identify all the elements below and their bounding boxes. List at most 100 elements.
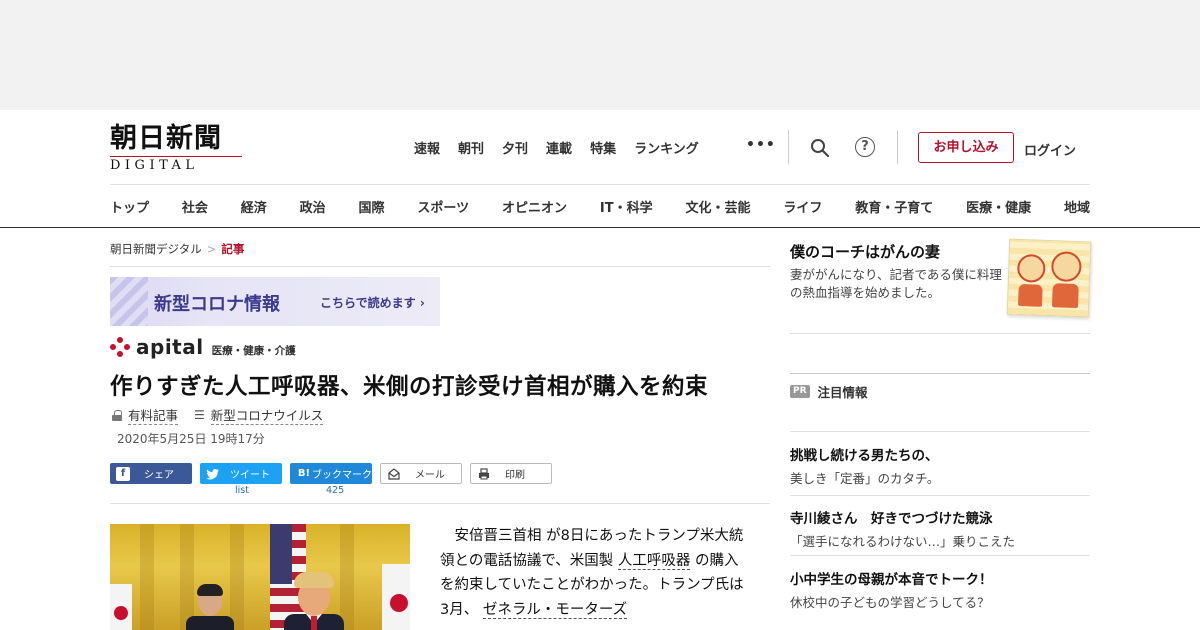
facebook-share-label: シェア bbox=[144, 470, 174, 481]
print-icon bbox=[479, 467, 489, 479]
category-top[interactable]: トップ bbox=[110, 197, 149, 216]
breadcrumb: 朝日新聞デジタル > 記事 bbox=[110, 241, 244, 257]
divider bbox=[790, 555, 1090, 556]
twitter-icon bbox=[206, 468, 219, 479]
mail-share-button[interactable]: メール bbox=[380, 463, 462, 484]
breadcrumb-chevron-icon: > bbox=[206, 242, 217, 256]
category-politics[interactable]: 政治 bbox=[300, 197, 326, 216]
hatena-icon: B! bbox=[297, 467, 311, 479]
top-ad-area bbox=[0, 0, 1200, 110]
breadcrumb-current: 記事 bbox=[221, 242, 245, 256]
category-it-science[interactable]: IT・科学 bbox=[600, 197, 653, 216]
hatena-count[interactable]: 425 bbox=[326, 485, 344, 496]
category-life[interactable]: ライフ bbox=[783, 197, 822, 216]
article-date: 2020年5月25日 19時17分 bbox=[117, 432, 265, 446]
divider bbox=[790, 333, 1090, 334]
photo-person bbox=[186, 584, 234, 630]
twitter-share-label: ツイート bbox=[230, 470, 270, 481]
facebook-share-button[interactable]: f シェア bbox=[110, 463, 192, 484]
japan-flag bbox=[110, 584, 132, 630]
photo-person bbox=[284, 572, 344, 630]
logo-sub-text: DIGITAL bbox=[110, 156, 242, 173]
category-society[interactable]: 社会 bbox=[182, 197, 208, 216]
pr-item[interactable]: 挑戦し続ける男たちの、 美しき「定番」のカタチ。 bbox=[790, 444, 1090, 487]
category-economy[interactable]: 経済 bbox=[241, 197, 267, 216]
topnav-item-evening[interactable]: 夕刊 bbox=[502, 138, 528, 157]
category-opinion[interactable]: オピニオン bbox=[502, 197, 567, 216]
lock-icon bbox=[112, 409, 122, 421]
promo-description[interactable]: 妻ががんになり、記者である僕に料理の熱血指導を始めました。 bbox=[790, 266, 1005, 302]
twitter-share-button[interactable]: ツイート bbox=[200, 463, 282, 484]
nav-divider bbox=[788, 130, 789, 164]
category-nav: トップ 社会 経済 政治 国際 スポーツ オピニオン IT・科学 文化・芸能 ラ… bbox=[110, 197, 1090, 216]
mail-icon bbox=[388, 467, 400, 480]
site-logo[interactable]: 朝日新聞 DIGITAL bbox=[110, 124, 242, 173]
category-education[interactable]: 教育・子育て bbox=[855, 197, 933, 216]
sidebar: 僕のコーチはがんの妻 妻ががんになり、記者である僕に料理の熱血指導を始めました。… bbox=[790, 228, 1092, 630]
topic-link[interactable]: 新型コロナウイルス bbox=[210, 405, 324, 425]
apply-button[interactable]: お申し込み bbox=[918, 132, 1014, 163]
covid-info-banner[interactable]: 新型コロナ情報 こちらで読めます › bbox=[110, 277, 440, 326]
header-divider bbox=[110, 184, 1090, 185]
divider bbox=[790, 373, 1090, 374]
divider bbox=[790, 431, 1090, 432]
topnav-item-series[interactable]: 連載 bbox=[546, 138, 572, 157]
site-header: 朝日新聞 DIGITAL 速報 朝刊 夕刊 連載 特集 ランキング ••• ? … bbox=[0, 110, 1200, 228]
category-sports[interactable]: スポーツ bbox=[417, 197, 469, 216]
covid-banner-link: こちらで読めます › bbox=[320, 296, 425, 310]
article-paragraph: 安倍晋三首相 が8日にあったトランプ米大統領との電話協議で、米国製 人工呼吸器 … bbox=[440, 524, 750, 622]
divider bbox=[790, 495, 1090, 496]
pr-item-subtitle: 「選手になれるわけない…」乗りこえた bbox=[790, 534, 1016, 549]
nav-divider bbox=[897, 130, 898, 164]
divider bbox=[110, 503, 770, 504]
share-bar: f シェア ツイート B! ブックマーク メール 印刷 bbox=[110, 463, 560, 484]
breadcrumb-home[interactable]: 朝日新聞デジタル bbox=[110, 242, 202, 256]
category-international[interactable]: 国際 bbox=[359, 197, 385, 216]
category-local[interactable]: 地域 bbox=[1064, 197, 1090, 216]
japan-flag bbox=[382, 564, 410, 630]
login-link[interactable]: ログイン bbox=[1024, 140, 1076, 159]
keyword-link[interactable]: ゼネラル・モーターズ bbox=[482, 601, 628, 619]
topnav-item-features[interactable]: 特集 bbox=[590, 138, 616, 157]
person-link[interactable]: 安倍晋三首相 bbox=[455, 528, 542, 544]
print-label: 印刷 bbox=[505, 470, 525, 481]
article-meta: 有料記事 ☰ 新型コロナウイルス bbox=[112, 405, 324, 425]
pr-section-label: 注目情報 bbox=[817, 385, 868, 400]
category-health[interactable]: 医療・健康 bbox=[966, 197, 1031, 216]
mail-share-label: メール bbox=[415, 470, 445, 481]
pr-section-header: PR 注目情報 bbox=[790, 382, 868, 401]
apital-logo: apital bbox=[136, 335, 204, 359]
article-main: 朝日新聞デジタル > 記事 新型コロナ情報 こちらで読めます › apital 医療… bbox=[110, 228, 770, 630]
search-icon[interactable] bbox=[810, 138, 830, 158]
help-icon[interactable]: ? bbox=[855, 137, 875, 157]
more-menu-icon[interactable]: ••• bbox=[746, 137, 776, 153]
article-headline: 作りすぎた人工呼吸器、米側の打診受け首相が購入を約束 bbox=[110, 374, 709, 400]
topnav-item-morning[interactable]: 朝刊 bbox=[458, 138, 484, 157]
list-icon: ☰ bbox=[194, 408, 205, 422]
pr-item[interactable]: 小中学生の母親が本音でトーク！ 休校中の子どもの学習どうしてる？ bbox=[790, 568, 1090, 611]
promo-illustration[interactable] bbox=[1006, 238, 1092, 318]
article-photo[interactable] bbox=[110, 524, 410, 630]
category-culture[interactable]: 文化・芸能 bbox=[685, 197, 750, 216]
promo-title[interactable]: 僕のコーチはがんの妻 bbox=[790, 241, 940, 262]
topnav-item-ranking[interactable]: ランキング bbox=[634, 138, 699, 157]
hatena-bookmark-button[interactable]: B! ブックマーク bbox=[290, 463, 372, 484]
pr-badge: PR bbox=[790, 385, 810, 398]
twitter-count[interactable]: list bbox=[235, 485, 249, 496]
topnav-item-breaking[interactable]: 速報 bbox=[414, 138, 440, 157]
pr-item[interactable]: 寺川綾さん 好きでつづけた競泳 「選手になれるわけない…」乗りこえた bbox=[790, 507, 1090, 550]
pr-item-title: 挑戦し続ける男たちの、 bbox=[790, 448, 939, 464]
logo-main-text: 朝日新聞 bbox=[110, 123, 222, 154]
hatena-share-label: ブックマーク bbox=[312, 470, 372, 481]
pr-item-subtitle: 美しき「定番」のカタチ。 bbox=[790, 471, 940, 486]
banner-stripe bbox=[110, 277, 148, 326]
paid-article-link[interactable]: 有料記事 bbox=[128, 405, 179, 425]
print-button[interactable]: 印刷 bbox=[470, 463, 552, 484]
pr-item-title: 寺川綾さん 好きでつづけた競泳 bbox=[790, 511, 993, 527]
photo-curtain bbox=[140, 524, 154, 630]
apital-logo-icon bbox=[110, 337, 132, 357]
apital-section-label[interactable]: apital 医療・健康・介護 bbox=[110, 335, 296, 359]
pr-item-subtitle: 休校中の子どもの学習どうしてる？ bbox=[790, 595, 990, 610]
top-nav: 速報 朝刊 夕刊 連載 特集 ランキング bbox=[414, 138, 717, 157]
keyword-link[interactable]: 人工呼吸器 bbox=[617, 552, 691, 570]
